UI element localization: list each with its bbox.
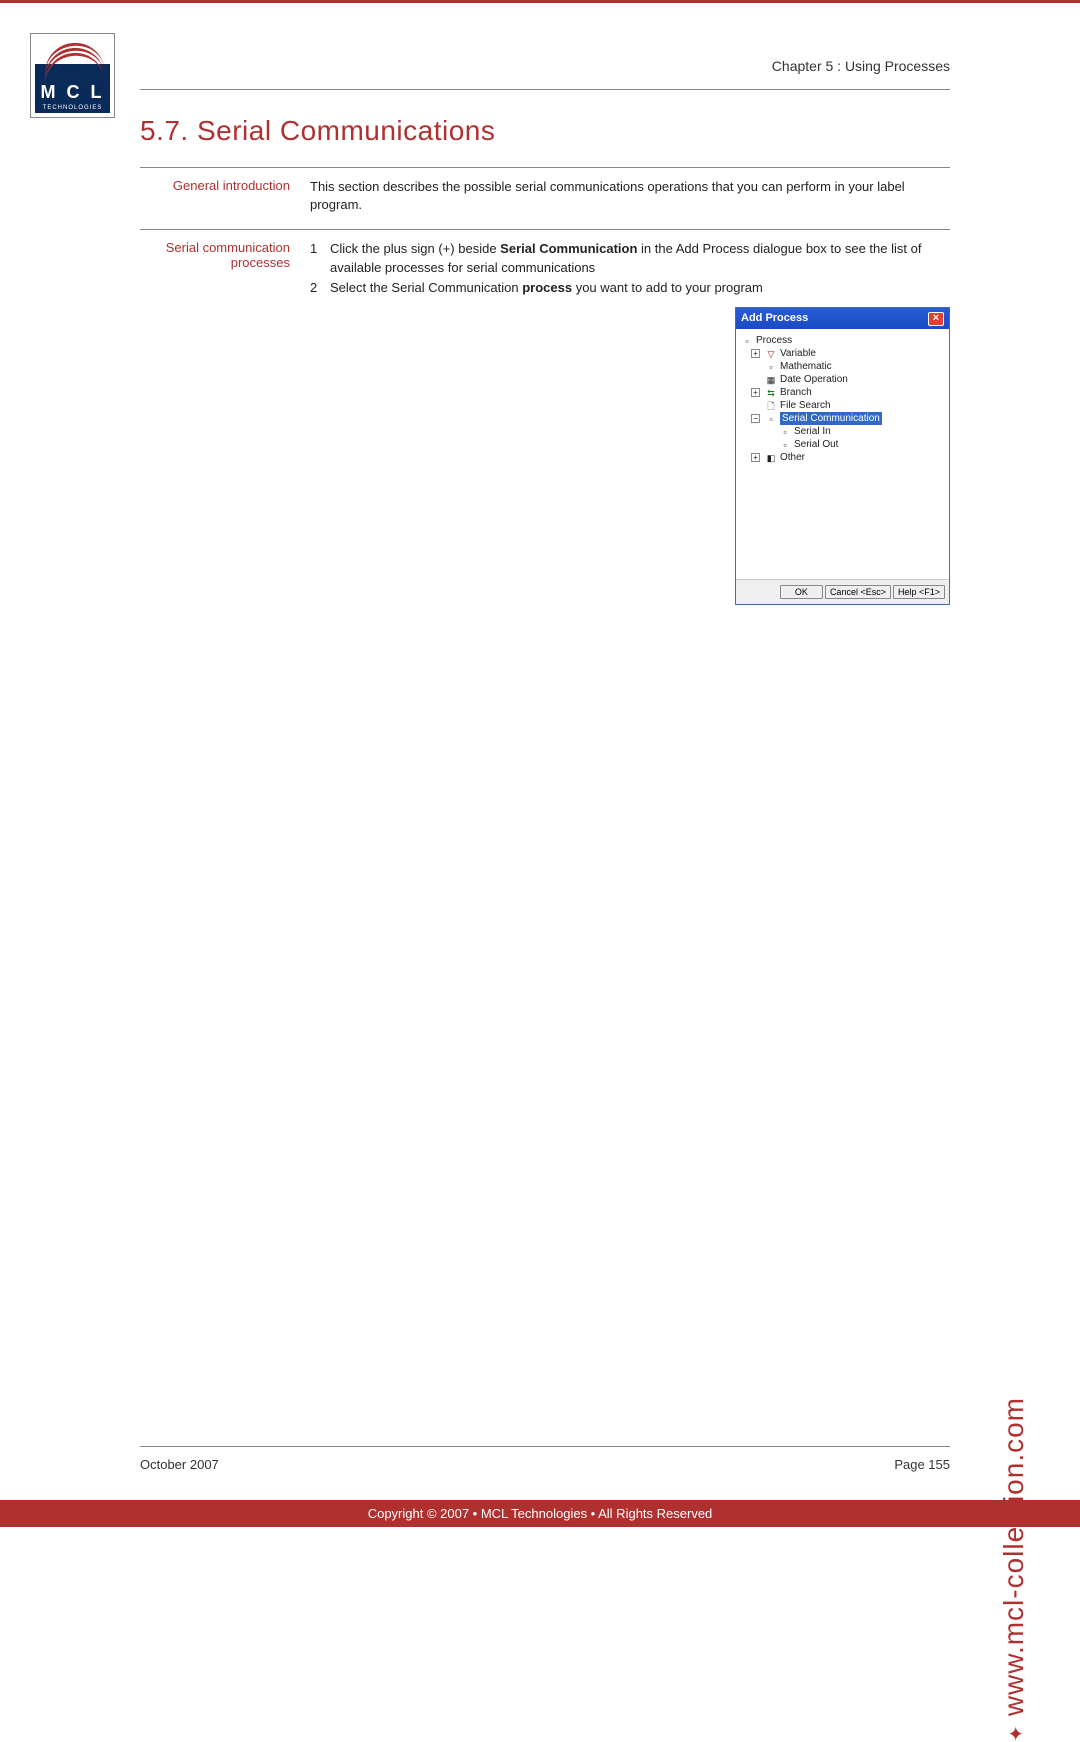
row-label-proc: Serial communication processes (140, 240, 310, 605)
step-text-2: Select the Serial Communication process … (330, 279, 950, 297)
dialog-container: Add Process × ▫ Process + ▽ Variabl (310, 307, 950, 605)
footer-meta: October 2007 Page 155 (140, 1446, 950, 1472)
tree-serial-communication[interactable]: − ▫ Serial Communication (741, 412, 944, 425)
footer-copyright: Copyright © 2007 • MCL Technologies • Al… (0, 1500, 1080, 1527)
expand-icon[interactable]: + (751, 453, 760, 462)
dialog-buttonbar: OK Cancel <Esc> Help <F1> (736, 579, 949, 604)
bullet-icon: ✦ (1006, 1724, 1028, 1742)
tree-mathematic[interactable]: ▫ Mathematic (741, 360, 944, 373)
tree-serial-in[interactable]: ▫ Serial In (741, 425, 944, 438)
row-body-proc: 1 Click the plus sign (+) beside Serial … (310, 240, 950, 605)
content: General introduction This section descri… (140, 167, 950, 620)
tree-variable[interactable]: + ▽ Variable (741, 347, 944, 360)
tree-other[interactable]: + ◧ Other (741, 451, 944, 464)
variable-icon: ▽ (765, 349, 777, 359)
process-tree[interactable]: ▫ Process + ▽ Variable ▫ Mathematic (736, 329, 949, 579)
tree-file-search[interactable]: 🗋 File Search (741, 399, 944, 412)
help-button[interactable]: Help <F1> (893, 585, 945, 599)
add-process-dialog: Add Process × ▫ Process + ▽ Variabl (735, 307, 950, 605)
row-general-intro: General introduction This section descri… (140, 167, 950, 229)
mathematic-icon: ▫ (765, 362, 777, 372)
row-body-intro: This section describes the possible seri… (310, 178, 950, 214)
step-1: 1 Click the plus sign (+) beside Serial … (310, 240, 950, 276)
tree-serial-out[interactable]: ▫ Serial Out (741, 438, 944, 451)
tree-branch[interactable]: + ⇆ Branch (741, 386, 944, 399)
file-search-icon: 🗋 (765, 401, 777, 411)
logo: M C L TECHNOLOGIES (30, 33, 115, 118)
page: M C L TECHNOLOGIES Chapter 5 : Using Pro… (0, 0, 1080, 1527)
cancel-button[interactable]: Cancel <Esc> (825, 585, 891, 599)
step-num-1: 1 (310, 240, 330, 276)
step-2: 2 Select the Serial Communication proces… (310, 279, 950, 297)
footer-date: October 2007 (140, 1457, 219, 1472)
row-serial-processes: Serial communication processes 1 Click t… (140, 229, 950, 620)
logo-graphic: M C L TECHNOLOGIES (35, 38, 110, 113)
close-icon[interactable]: × (928, 312, 944, 326)
dialog-titlebar[interactable]: Add Process × (736, 308, 949, 329)
step-num-2: 2 (310, 279, 330, 297)
serial-icon: ▫ (765, 414, 777, 424)
collapse-icon[interactable]: − (751, 414, 760, 423)
process-icon: ▫ (741, 336, 753, 346)
section-title: 5.7. Serial Communications (140, 115, 1080, 147)
other-icon: ◧ (765, 453, 777, 463)
ok-button[interactable]: OK (780, 585, 823, 599)
tree-date-operation[interactable]: ▦ Date Operation (741, 373, 944, 386)
branch-icon: ⇆ (765, 388, 777, 398)
header-rule (140, 89, 950, 90)
step-list: 1 Click the plus sign (+) beside Serial … (310, 240, 950, 297)
tree-selected-label: Serial Communication (780, 412, 882, 425)
expand-icon[interactable]: + (751, 388, 760, 397)
dialog-title-text: Add Process (741, 311, 808, 326)
step-text-1: Click the plus sign (+) beside Serial Co… (330, 240, 950, 276)
serial-out-icon: ▫ (779, 440, 791, 450)
side-url: ✦www.mcl-collection.com (998, 1397, 1030, 1742)
logo-text: M C L (35, 82, 110, 103)
row-label-intro: General introduction (140, 178, 310, 214)
expand-icon[interactable]: + (751, 349, 760, 358)
footer-page: Page 155 (894, 1457, 950, 1472)
logo-subtext: TECHNOLOGIES (35, 105, 110, 111)
chapter-header: Chapter 5 : Using Processes (0, 3, 1080, 84)
serial-in-icon: ▫ (779, 427, 791, 437)
calendar-icon: ▦ (765, 375, 777, 385)
tree-root[interactable]: ▫ Process (741, 334, 944, 347)
